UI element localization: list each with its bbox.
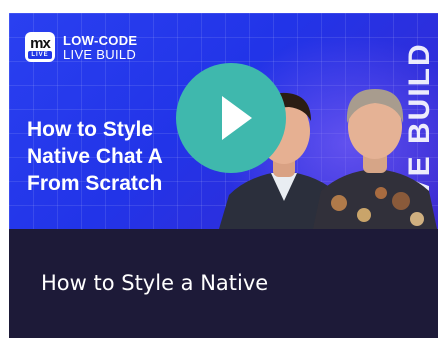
play-button[interactable]: [176, 63, 286, 173]
caption-bar: How to Style a Native: [9, 229, 438, 338]
logo-badge: LIVE: [28, 51, 52, 59]
headline-line-1: How to Style: [27, 118, 154, 141]
brand-line-2: LIVE BUILD: [63, 47, 137, 62]
headline-line-3: From Scratch: [27, 172, 163, 195]
brand-line-1: LOW-CODE: [63, 33, 138, 48]
mx-live-logo: mx LIVE: [25, 32, 55, 62]
play-icon: [222, 96, 252, 140]
presenter-right: [313, 89, 437, 229]
headline-line-2: Native Chat A: [27, 145, 163, 168]
video-card[interactable]: LIVE BUILD mx LIVE LOW-CODE LIVE BUILD H…: [9, 13, 438, 338]
video-title[interactable]: How to Style a Native: [41, 271, 268, 295]
logo-mark: mx: [30, 35, 51, 52]
video-thumbnail[interactable]: LIVE BUILD mx LIVE LOW-CODE LIVE BUILD H…: [9, 13, 438, 229]
